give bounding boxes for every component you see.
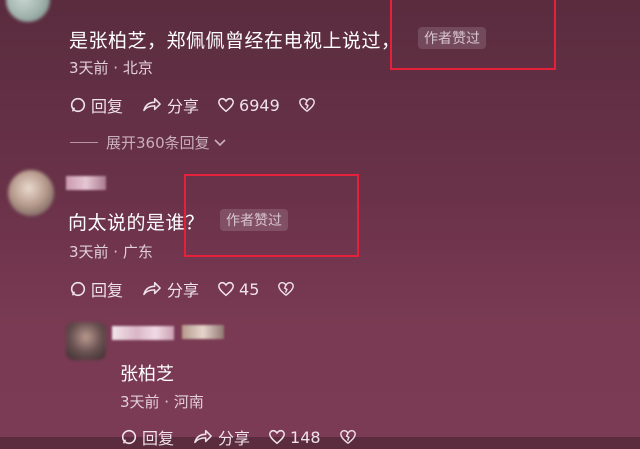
highlight-box <box>390 0 556 70</box>
share-button[interactable]: 分享 <box>141 93 199 117</box>
like-button[interactable]: 45 <box>217 280 259 299</box>
dislike-button[interactable] <box>277 280 299 298</box>
username-blurred <box>112 326 174 340</box>
avatar[interactable] <box>6 0 50 22</box>
share-button[interactable]: 分享 <box>192 425 250 449</box>
username-blurred <box>182 325 224 339</box>
avatar[interactable] <box>8 170 54 216</box>
dislike-button[interactable] <box>298 96 320 114</box>
comment-bubble-icon <box>70 281 86 297</box>
divider-line <box>70 142 98 143</box>
share-label: 分享 <box>218 429 251 448</box>
comment-actions: 回复 分享 148 <box>120 425 361 449</box>
like-count: 45 <box>239 279 260 299</box>
heart-icon <box>269 429 285 445</box>
like-count: 148 <box>290 427 321 447</box>
reply-button[interactable]: 回复 <box>69 277 123 301</box>
comment-text[interactable]: 是张柏芝，郑佩佩曾经在电视上说过， <box>69 26 401 53</box>
comment-meta: 3天前 · 北京 <box>69 59 153 77</box>
broken-heart-icon <box>298 97 315 112</box>
share-label: 分享 <box>167 97 200 116</box>
username-blurred <box>66 176 106 190</box>
dislike-button[interactable] <box>339 428 361 446</box>
expand-label: 展开360条回复 <box>106 134 210 152</box>
chevron-down-icon <box>214 138 226 146</box>
broken-heart-icon <box>278 281 295 296</box>
reply-label: 回复 <box>91 97 124 116</box>
share-button[interactable]: 分享 <box>141 277 199 301</box>
share-arrow-icon <box>143 281 161 296</box>
like-button[interactable]: 148 <box>268 428 321 447</box>
comment-text[interactable]: 张柏芝 <box>120 360 174 386</box>
comment-bubble-icon <box>121 429 137 445</box>
comment-meta: 3天前 · 广东 <box>69 243 153 261</box>
comment-bubble-icon <box>70 97 86 113</box>
broken-heart-icon <box>339 429 356 444</box>
expand-replies-button[interactable]: 展开360条回复 <box>70 132 227 153</box>
reply-label: 回复 <box>142 429 175 448</box>
share-arrow-icon <box>143 97 161 112</box>
reply-button[interactable]: 回复 <box>120 425 174 449</box>
avatar[interactable] <box>66 322 106 360</box>
heart-icon <box>218 97 234 113</box>
comment-actions: 回复 分享 45 <box>69 277 299 301</box>
highlight-box <box>184 174 359 257</box>
like-count: 6949 <box>239 95 280 115</box>
heart-icon <box>218 281 234 297</box>
reply-button[interactable]: 回复 <box>69 93 123 117</box>
comment-meta: 3天前 · 河南 <box>120 393 204 411</box>
reply-label: 回复 <box>91 281 124 300</box>
share-arrow-icon <box>194 429 212 444</box>
comment-actions: 回复 分享 6949 <box>69 93 320 117</box>
like-button[interactable]: 6949 <box>217 96 280 115</box>
share-label: 分享 <box>167 281 200 300</box>
